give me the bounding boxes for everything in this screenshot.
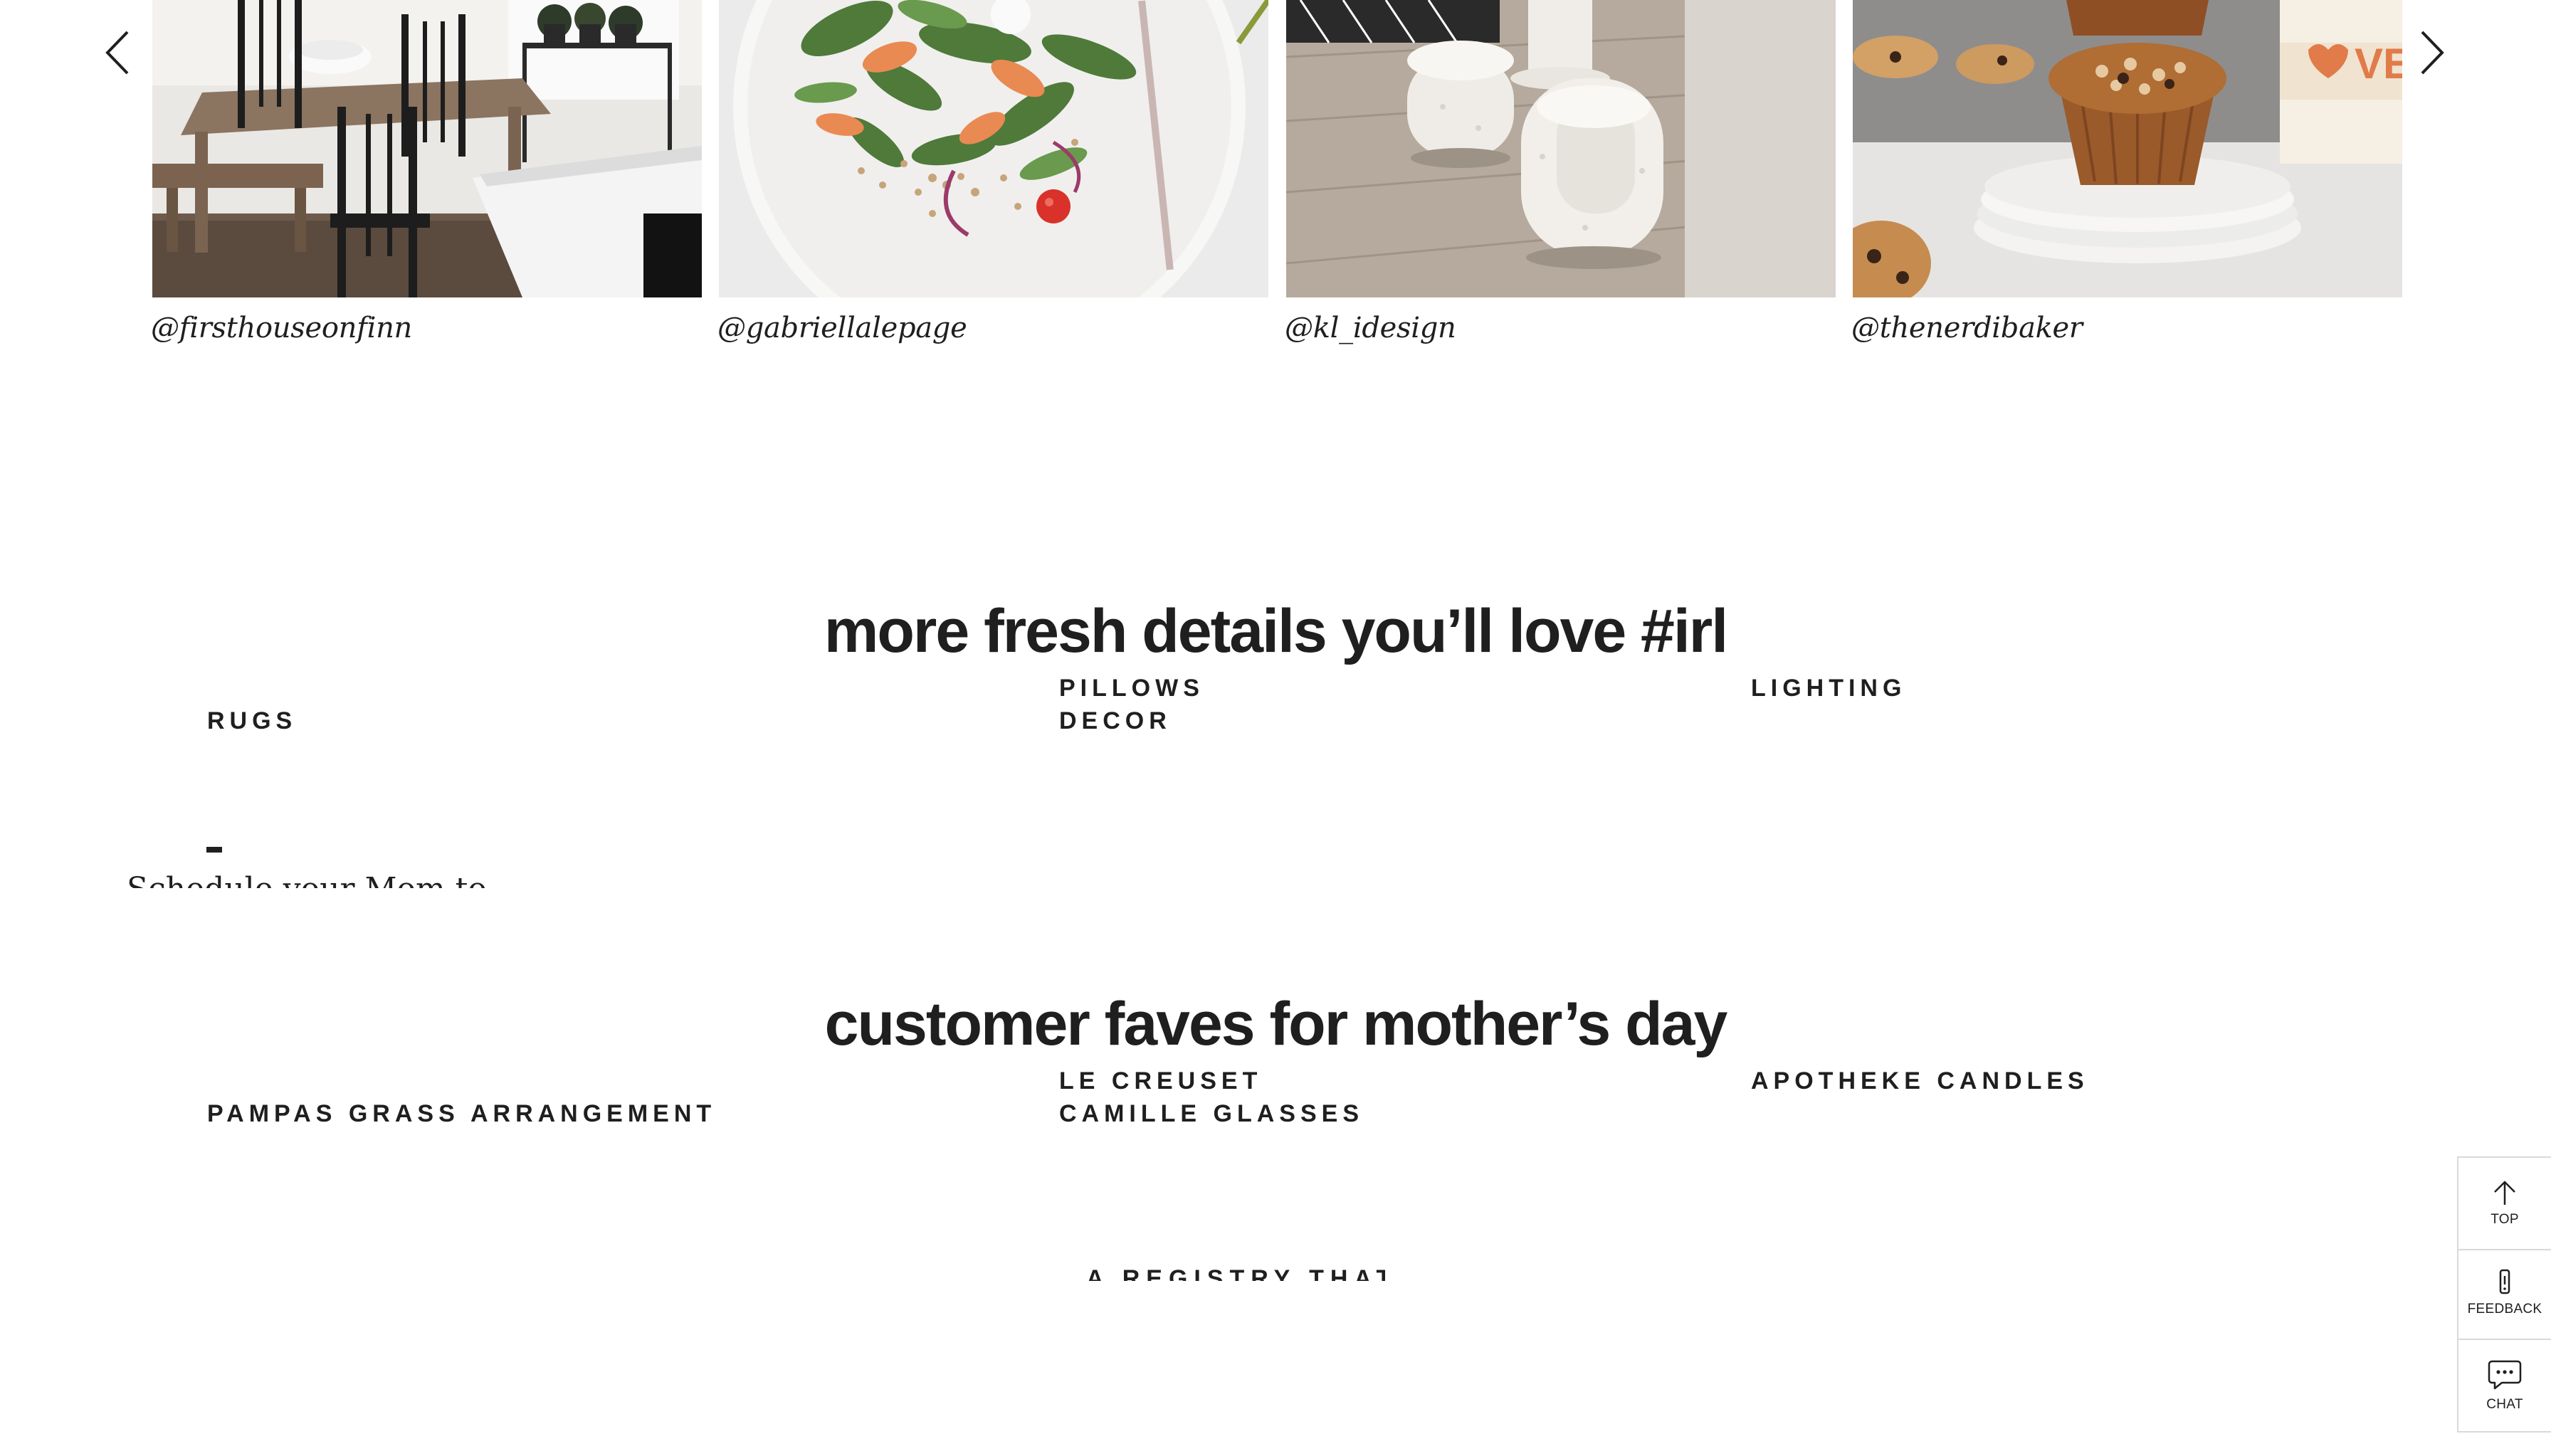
svg-text:VE: VE (2355, 40, 2402, 88)
carousel-tile-3[interactable] (1286, 0, 1836, 297)
carousel-next-button[interactable] (2411, 24, 2453, 81)
boucle-stools-photo (1286, 0, 1836, 297)
carousel-tile-4[interactable]: VE (1853, 0, 2402, 297)
chat-label: CHAT (2486, 1397, 2523, 1412)
tile-handle-2[interactable]: @gabriellalepage (717, 312, 967, 344)
category-link-lighting[interactable]: LIGHTING (1751, 675, 1906, 702)
dining-table-photo (152, 0, 702, 297)
muffins-photo: VE (1853, 0, 2402, 297)
clipped-promo-text: Schedule your Mom to (127, 847, 497, 888)
irl-section-title: more fresh details you’ll love #irl (824, 597, 1728, 665)
chat-button[interactable]: CHAT (2458, 1359, 2551, 1413)
mothers-day-section-title: customer faves for mother’s day (824, 990, 1728, 1058)
category-link-pillows[interactable]: PILLOWS (1059, 675, 1204, 702)
arrow-up-icon (2494, 1181, 2515, 1205)
registry-teaser-text: A REGISTRY THAT'S (1086, 1265, 1385, 1281)
feedback-label: FEEDBACK (2467, 1302, 2542, 1317)
product-link-le-creuset[interactable]: LE CREUSET (1059, 1067, 1262, 1095)
product-link-apotheke-candles[interactable]: APOTHEKE CANDLES (1751, 1067, 2089, 1095)
category-link-rugs[interactable]: RUGS (207, 707, 297, 735)
back-to-top-button[interactable]: TOP (2458, 1179, 2551, 1228)
category-link-decor[interactable]: DECOR (1059, 707, 1172, 735)
feedback-icon (2499, 1269, 2510, 1294)
product-link-pampas[interactable]: PAMPAS GRASS ARRANGEMENT (207, 1100, 716, 1128)
product-link-camille-glasses[interactable]: CAMILLE GLASSES (1059, 1100, 1364, 1128)
tile-handle-4[interactable]: @thenerdibaker (1851, 312, 2083, 344)
clipped-glyph-fragment (206, 847, 222, 853)
feedback-button[interactable]: FEEDBACK (2458, 1269, 2551, 1317)
tile-handle-3[interactable]: @kl_idesign (1285, 312, 1456, 344)
carousel-tile-2[interactable] (719, 0, 1268, 297)
chat-bubble-icon (2488, 1360, 2522, 1390)
ugc-carousel: @firsthouseonfinn @gabriellalepage @kl_i… (0, 0, 2551, 370)
floating-side-widget: TOP FEEDBACK CHAT (2457, 1156, 2551, 1433)
clipped-promo-text-content: Schedule your Mom to (127, 871, 487, 888)
back-to-top-label: TOP (2490, 1212, 2519, 1227)
salad-plate-photo (719, 0, 1268, 297)
side-widget-divider (2458, 1339, 2551, 1340)
chevron-left-icon (105, 31, 129, 75)
tile-handle-1[interactable]: @firsthouseonfinn (151, 312, 412, 344)
chevron-right-icon (2421, 31, 2444, 75)
side-widget-divider (2458, 1249, 2551, 1250)
carousel-tile-1[interactable] (152, 0, 702, 297)
carousel-prev-button[interactable] (96, 24, 139, 81)
registry-teaser-clipped: A REGISTRY THAT'S (1086, 1265, 1385, 1281)
